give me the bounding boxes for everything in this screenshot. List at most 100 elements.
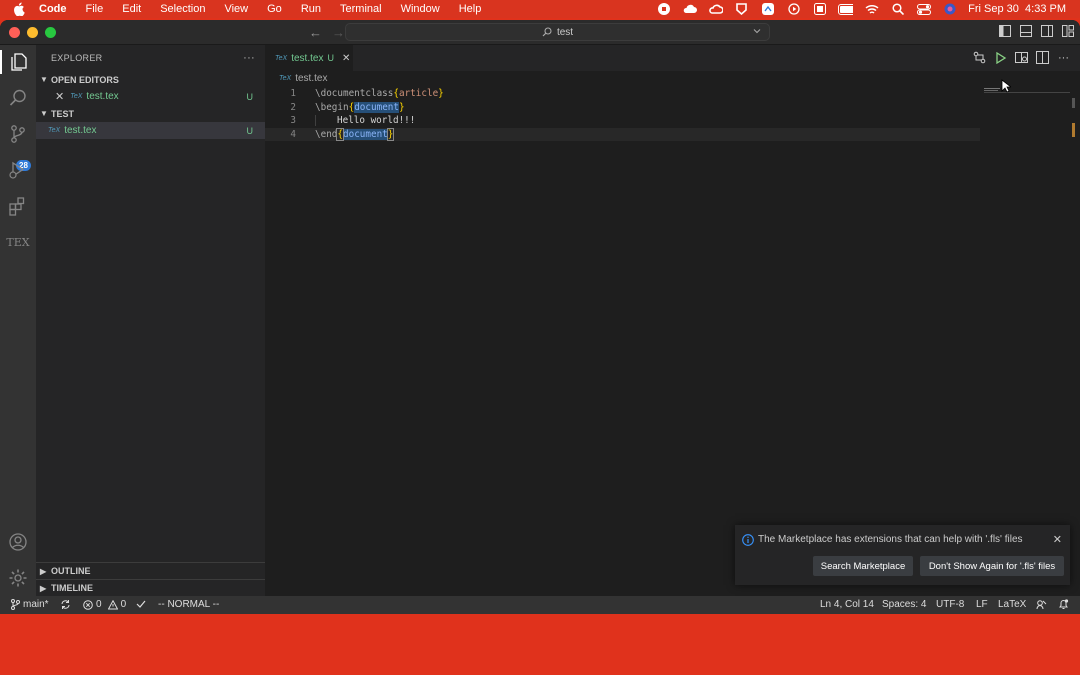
control-center-icon[interactable] bbox=[916, 3, 931, 15]
extensions-icon[interactable] bbox=[6, 194, 30, 218]
folder-test-section[interactable]: ▼ TEST bbox=[36, 105, 265, 122]
open-editors-label: OPEN EDITORS bbox=[51, 74, 119, 85]
tab-test-tex[interactable]: TeX test.tex U ✕ bbox=[265, 45, 353, 71]
language-mode[interactable]: LaTeX bbox=[998, 599, 1026, 610]
toggle-secondary-sidebar-icon[interactable] bbox=[1041, 25, 1053, 37]
tex-icon[interactable]: TEX bbox=[6, 230, 30, 254]
vim-mode: -- NORMAL -- bbox=[158, 599, 220, 610]
code-line-text: \end{document} bbox=[315, 127, 395, 141]
command-center-search[interactable]: test bbox=[345, 23, 770, 41]
menu-view[interactable]: View bbox=[224, 3, 248, 15]
code-line[interactable]: 3 Hello world!!! bbox=[265, 114, 980, 128]
app-bluesky-icon[interactable] bbox=[760, 3, 775, 15]
more-actions-icon[interactable]: ··· bbox=[243, 52, 255, 64]
latex-command: \end bbox=[315, 128, 338, 140]
customize-layout-icon[interactable] bbox=[1062, 25, 1074, 37]
timeline-label: TIMELINE bbox=[51, 583, 93, 593]
problems-indicator[interactable]: 0 0 bbox=[83, 599, 126, 610]
view-pdf-icon[interactable] bbox=[1015, 51, 1028, 64]
folder-label: TEST bbox=[51, 108, 75, 119]
wifi-icon[interactable] bbox=[864, 3, 879, 15]
line-number: 1 bbox=[290, 88, 296, 100]
explorer-icon[interactable] bbox=[0, 50, 36, 74]
record-stop-icon[interactable] bbox=[656, 3, 671, 15]
code-line-text: \begin{document} bbox=[315, 101, 405, 113]
menu-selection[interactable]: Selection bbox=[160, 3, 205, 15]
notification-message: The Marketplace has extensions that can … bbox=[758, 534, 1023, 545]
document-body-text: Hello world!!! bbox=[337, 115, 416, 127]
toggle-primary-sidebar-icon[interactable] bbox=[999, 25, 1011, 37]
menu-run[interactable]: Run bbox=[301, 3, 321, 15]
siri-icon[interactable] bbox=[942, 3, 957, 15]
shield-app-icon[interactable] bbox=[734, 3, 749, 15]
build-latex-play-icon[interactable] bbox=[994, 51, 1007, 64]
toggle-panel-icon[interactable] bbox=[1020, 25, 1032, 37]
scrollbar-thumb[interactable] bbox=[1072, 98, 1075, 108]
spotlight-search-icon[interactable] bbox=[890, 3, 905, 15]
menu-file[interactable]: File bbox=[86, 3, 104, 15]
forward-arrow-icon[interactable]: → bbox=[332, 25, 345, 40]
branch-indicator[interactable]: main* bbox=[11, 599, 49, 610]
more-actions-icon[interactable]: ··· bbox=[1057, 51, 1070, 64]
latex-command: \documentclass bbox=[315, 88, 394, 100]
battery-icon[interactable] bbox=[838, 3, 854, 15]
apple-icon[interactable] bbox=[13, 2, 27, 16]
latex-command: \begin bbox=[315, 101, 349, 113]
sync-icon[interactable] bbox=[60, 599, 71, 610]
tex-file-icon: TeX bbox=[48, 127, 61, 134]
close-editor-icon[interactable]: ✕ bbox=[55, 90, 64, 103]
code-line[interactable]: 2 \begin{document} bbox=[265, 101, 980, 115]
code-line-current[interactable]: 4 \end{document} bbox=[265, 127, 980, 141]
menu-help[interactable]: Help bbox=[459, 3, 482, 15]
run-debug-icon[interactable] bbox=[6, 158, 30, 182]
search-marketplace-button[interactable]: Search Marketplace bbox=[813, 556, 913, 576]
timeline-section[interactable]: ▶ TIMELINE bbox=[36, 579, 265, 596]
split-editor-icon[interactable] bbox=[1036, 51, 1049, 64]
chevron-right-icon: ▶ bbox=[40, 583, 47, 593]
cursor-position[interactable]: Ln 4, Col 14 bbox=[820, 599, 874, 610]
minimap[interactable] bbox=[984, 88, 1070, 93]
explorer-title: EXPLORER bbox=[51, 53, 103, 63]
menu-edit[interactable]: Edit bbox=[122, 3, 141, 15]
close-tab-icon[interactable]: ✕ bbox=[342, 53, 350, 64]
menu-window[interactable]: Window bbox=[401, 3, 440, 15]
window-controls bbox=[9, 27, 56, 38]
menubar-clock[interactable]: Fri Sep 30 4:33 PM bbox=[968, 3, 1066, 15]
play-circle-icon[interactable] bbox=[786, 3, 801, 15]
status-bar: main* 0 0 -- NORMAL -- Ln 4, Col 14 Spac… bbox=[0, 596, 1080, 614]
feedback-icon[interactable] bbox=[1036, 599, 1047, 610]
open-editor-item[interactable]: ✕ TeX test.tex U bbox=[36, 88, 265, 105]
check-icon[interactable] bbox=[136, 599, 146, 609]
encoding[interactable]: UTF-8 bbox=[936, 599, 964, 610]
indentation[interactable]: Spaces: 4 bbox=[882, 599, 926, 610]
menu-go[interactable]: Go bbox=[267, 3, 282, 15]
creative-cloud-icon[interactable] bbox=[708, 3, 723, 15]
dont-show-again-button[interactable]: Don't Show Again for '.fls' files bbox=[920, 556, 1064, 576]
cloud-icon[interactable] bbox=[682, 3, 698, 15]
chevron-down-icon[interactable] bbox=[753, 27, 761, 35]
calendar-app-icon[interactable] bbox=[812, 3, 827, 15]
tex-file-icon: TeX bbox=[279, 75, 292, 82]
outline-section[interactable]: ▶ OUTLINE bbox=[36, 562, 265, 579]
back-arrow-icon[interactable]: ← bbox=[309, 25, 322, 40]
code-line[interactable]: 1 \documentclass{article} bbox=[265, 87, 980, 101]
breadcrumb[interactable]: TeX test.tex bbox=[279, 73, 327, 84]
menu-terminal[interactable]: Terminal bbox=[340, 3, 382, 15]
close-notification-icon[interactable]: ✕ bbox=[1053, 533, 1062, 546]
zoom-window-button[interactable] bbox=[45, 27, 56, 38]
settings-gear-icon[interactable] bbox=[6, 566, 30, 590]
menu-app-name[interactable]: Code bbox=[39, 3, 67, 15]
end-of-line[interactable]: LF bbox=[976, 599, 988, 610]
search-icon[interactable] bbox=[6, 86, 30, 110]
close-window-button[interactable] bbox=[9, 27, 20, 38]
tex-file-icon: TeX bbox=[275, 54, 288, 62]
minimize-window-button[interactable] bbox=[27, 27, 38, 38]
source-control-icon[interactable] bbox=[6, 122, 30, 146]
open-changes-icon[interactable] bbox=[973, 51, 986, 64]
file-tree-item[interactable]: TeX test.tex U bbox=[36, 122, 265, 139]
code-editor[interactable]: 1 \documentclass{article} 2 \begin{docum… bbox=[265, 87, 980, 141]
search-icon bbox=[542, 27, 552, 37]
notifications-bell-icon[interactable] bbox=[1058, 599, 1069, 610]
account-icon[interactable] bbox=[6, 530, 30, 554]
open-editors-section[interactable]: ▼ OPEN EDITORS bbox=[36, 71, 265, 88]
